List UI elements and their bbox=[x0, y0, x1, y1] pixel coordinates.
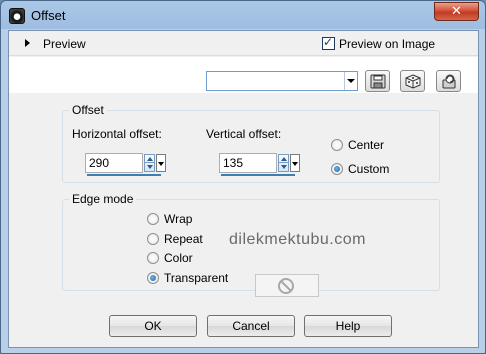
wrap-label[interactable]: Wrap bbox=[164, 212, 192, 226]
save-preset-button[interactable] bbox=[365, 70, 390, 92]
edge-color-swatch[interactable] bbox=[255, 274, 319, 297]
center-radio[interactable] bbox=[331, 139, 343, 151]
spin-up-icon bbox=[281, 157, 287, 161]
color-radio[interactable] bbox=[147, 252, 159, 264]
vertical-offset-spinner[interactable] bbox=[278, 154, 289, 172]
offset-dialog-window: Offset ✕ Preview ✓ Preview on Image Offs… bbox=[0, 0, 486, 354]
horizontal-offset-slider[interactable] bbox=[87, 174, 161, 176]
transparent-label[interactable]: Transparent bbox=[164, 271, 228, 285]
randomize-button[interactable] bbox=[400, 70, 425, 92]
edge-mode-group-title: Edge mode bbox=[69, 192, 137, 206]
save-preset-icon bbox=[370, 74, 386, 89]
randomize-dice-icon bbox=[405, 74, 421, 89]
horizontal-offset-label: Horizontal offset: bbox=[72, 127, 162, 141]
preview-label[interactable]: Preview bbox=[43, 37, 86, 51]
horizontal-offset-spinner[interactable] bbox=[144, 154, 155, 172]
preview-on-image-checkbox[interactable]: ✓ bbox=[322, 35, 335, 50]
offset-group: Offset Horizontal offset: Vertical offse… bbox=[62, 103, 440, 183]
preview-on-image-label[interactable]: Preview on Image bbox=[339, 37, 435, 51]
window-title: Offset bbox=[31, 8, 66, 23]
repeat-label[interactable]: Repeat bbox=[164, 232, 203, 246]
horizontal-offset-field bbox=[85, 153, 169, 176]
horizontal-offset-input[interactable] bbox=[85, 153, 143, 173]
wrap-radio[interactable] bbox=[147, 213, 159, 225]
vertical-offset-dropdown[interactable] bbox=[290, 154, 300, 172]
checkmark-icon: ✓ bbox=[323, 35, 334, 49]
reset-defaults-button[interactable] bbox=[436, 70, 461, 92]
cancel-button[interactable]: Cancel bbox=[207, 315, 295, 337]
horizontal-offset-dropdown[interactable] bbox=[156, 154, 166, 172]
ok-button[interactable]: OK bbox=[109, 315, 197, 337]
vertical-offset-slider[interactable] bbox=[221, 174, 295, 176]
repeat-radio[interactable] bbox=[147, 233, 159, 245]
close-button[interactable]: ✕ bbox=[434, 2, 479, 21]
expand-preview-icon[interactable] bbox=[25, 39, 30, 47]
title-bar[interactable]: Offset ✕ bbox=[1, 1, 485, 29]
custom-label[interactable]: Custom bbox=[348, 162, 389, 176]
spin-up-icon bbox=[147, 157, 153, 161]
vertical-offset-input[interactable] bbox=[219, 153, 277, 173]
spin-down-icon bbox=[281, 165, 287, 169]
vertical-offset-label: Vertical offset: bbox=[206, 127, 282, 141]
spin-down-icon bbox=[147, 165, 153, 169]
preset-dropdown[interactable] bbox=[206, 71, 358, 91]
help-button[interactable]: Help bbox=[304, 315, 392, 337]
offset-group-title: Offset bbox=[69, 103, 107, 117]
center-label[interactable]: Center bbox=[348, 138, 384, 152]
custom-radio[interactable] bbox=[331, 163, 343, 175]
camera-app-icon bbox=[9, 8, 25, 24]
reset-icon bbox=[442, 74, 456, 89]
watermark-text: dilekmektubu.com bbox=[229, 231, 366, 248]
color-label[interactable]: Color bbox=[164, 251, 193, 265]
dialog-client-area: Preview ✓ Preview on Image Offset Horizo… bbox=[8, 30, 479, 348]
transparent-radio[interactable] bbox=[147, 272, 159, 284]
preview-bar: Preview ✓ Preview on Image bbox=[9, 31, 478, 56]
vertical-offset-field bbox=[219, 153, 303, 176]
disabled-circle-icon bbox=[278, 278, 294, 294]
chevron-down-icon[interactable] bbox=[344, 72, 357, 90]
